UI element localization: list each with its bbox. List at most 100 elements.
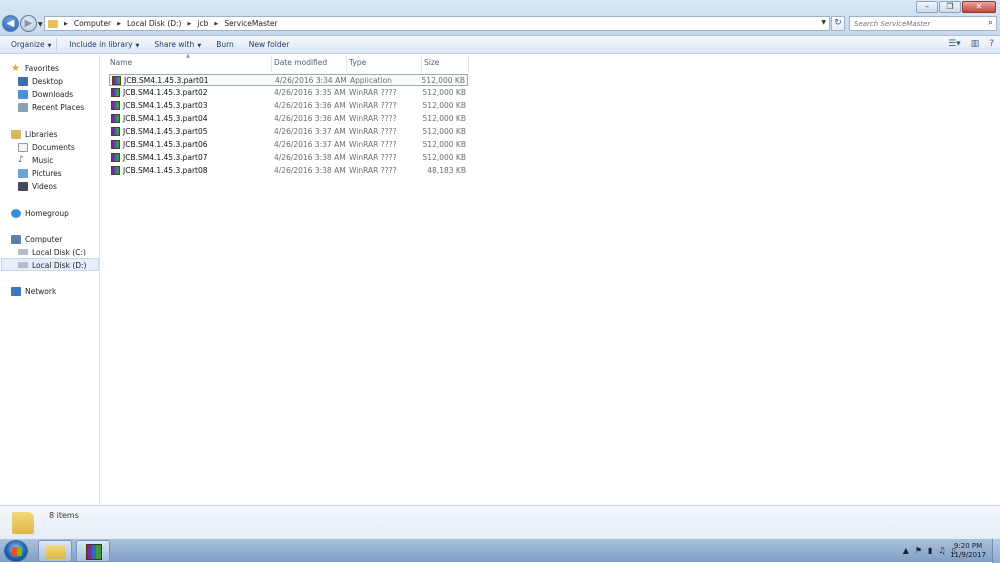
taskbar-winrar-button[interactable] — [76, 540, 110, 562]
folder-icon — [46, 545, 66, 559]
nav-recent-places[interactable]: Recent Places — [18, 101, 84, 113]
organize-label: Organize — [11, 40, 45, 49]
arrow-left-icon: ◀ — [6, 18, 15, 29]
taskbar: ▲ ⚑ ▮ ♫ ▯ 9:20 PM 11/9/2017 — [0, 538, 1000, 563]
organize-button[interactable]: Organize ▼ — [11, 40, 51, 49]
file-row[interactable]: JCB.SM4.1.45.3.part04 4/26/2016 3:36 AM … — [109, 113, 468, 125]
nav-label: Recent Places — [32, 102, 85, 112]
chevron-down-icon[interactable]: ▼ — [821, 19, 826, 26]
file-row[interactable]: JCB.SM4.1.45.3.part08 4/26/2016 3:38 AM … — [109, 165, 468, 177]
column-header-size[interactable]: Size — [424, 58, 439, 67]
column-headers: Name ▲ Date modified Type Size — [101, 53, 1000, 72]
maximize-button[interactable]: ❐ — [939, 1, 961, 13]
nav-computer[interactable]: Computer — [11, 233, 62, 245]
start-button[interactable] — [4, 540, 28, 562]
include-in-library-button[interactable]: Include in library ▼ — [69, 40, 139, 49]
file-row[interactable]: JCB.SM4.1.45.3.part06 4/26/2016 3:37 AM … — [109, 139, 468, 151]
file-row[interactable]: JCB.SM4.1.45.3.part05 4/26/2016 3:37 AM … — [109, 126, 468, 138]
folder-icon — [12, 512, 34, 534]
file-row[interactable]: JCB.SM4.1.45.3.part01 4/26/2016 3:34 AM … — [109, 74, 468, 86]
nav-favorites[interactable]: ★ Favorites — [11, 62, 59, 74]
file-row[interactable]: JCB.SM4.1.45.3.part07 4/26/2016 3:38 AM … — [109, 152, 468, 164]
file-name: JCB.SM4.1.45.3.part05 — [123, 127, 208, 136]
chevron-down-icon: ▼ — [197, 43, 202, 49]
share-with-button[interactable]: Share with ▼ — [154, 40, 201, 49]
file-size: 512,000 KB — [422, 88, 466, 97]
breadcrumb-arrow-icon[interactable]: ▶ — [188, 21, 192, 27]
file-date: 4/26/2016 3:37 AM — [274, 140, 346, 149]
windows-logo-icon — [12, 547, 22, 556]
column-header-type[interactable]: Type — [349, 58, 366, 67]
file-size: 512,000 KB — [422, 101, 466, 110]
winrar-archive-icon — [111, 88, 120, 97]
command-bar: Organize ▼ Include in library ▼ Share with… — [0, 36, 1000, 54]
file-name: JCB.SM4.1.45.3.part06 — [123, 140, 208, 149]
help-icon[interactable]: ? — [989, 39, 994, 49]
file-row[interactable]: JCB.SM4.1.45.3.part03 4/26/2016 3:36 AM … — [109, 100, 468, 112]
drive-icon — [18, 249, 28, 255]
column-header-name[interactable]: Name — [110, 58, 132, 67]
nav-label: Videos — [32, 181, 57, 191]
close-button[interactable]: ✕ — [962, 1, 996, 13]
clock[interactable]: 9:20 PM 11/9/2017 — [950, 542, 986, 560]
file-name: JCB.SM4.1.45.3.part04 — [123, 114, 208, 123]
breadcrumb-arrow-icon[interactable]: ▶ — [64, 21, 68, 27]
libraries-icon — [11, 129, 21, 139]
computer-icon — [11, 234, 21, 244]
forward-button[interactable]: ▶ — [20, 15, 37, 32]
nav-label: Music — [32, 155, 54, 165]
column-divider[interactable] — [468, 56, 469, 72]
nav-libraries[interactable]: Libraries — [11, 128, 57, 140]
recent-pages-chevron-icon[interactable]: ▼ — [38, 21, 43, 28]
minimize-button[interactable]: – — [916, 1, 938, 13]
preview-pane-icon[interactable]: ▥ — [971, 39, 980, 49]
column-divider[interactable] — [271, 56, 272, 72]
nav-desktop[interactable]: Desktop — [18, 75, 63, 87]
column-divider[interactable] — [346, 56, 347, 72]
breadcrumb-arrow-icon[interactable]: ▶ — [117, 21, 121, 27]
breadcrumb-servicemaster[interactable]: ServiceMaster — [224, 19, 277, 28]
file-type: Application — [350, 76, 392, 85]
breadcrumb-computer[interactable]: Computer — [74, 19, 111, 28]
refresh-button[interactable]: ↻ — [831, 16, 845, 31]
downloads-icon — [18, 89, 28, 99]
nav-pictures[interactable]: Pictures — [18, 167, 62, 179]
details-pane: 8 items — [0, 505, 1000, 538]
file-date: 4/26/2016 3:38 AM — [274, 153, 346, 162]
file-date: 4/26/2016 3:36 AM — [274, 101, 346, 110]
breadcrumb-arrow-icon[interactable]: ▶ — [214, 21, 218, 27]
chevron-down-icon: ▼ — [135, 43, 140, 49]
breadcrumb-local-disk-d[interactable]: Local Disk (D:) — [127, 19, 181, 28]
column-header-date[interactable]: Date modified — [274, 58, 327, 67]
breadcrumb: Computer ▶ Local Disk (D:) ▶ jcb ▶ Servi… — [74, 19, 278, 28]
nav-homegroup[interactable]: Homegroup — [11, 207, 69, 219]
nav-network[interactable]: Network — [11, 285, 56, 297]
show-hidden-icons-icon[interactable]: ▲ — [903, 546, 909, 555]
refresh-icon: ↻ — [834, 18, 842, 28]
search-box[interactable]: ⌕ — [849, 16, 997, 31]
breadcrumb-jcb[interactable]: jcb — [197, 19, 208, 28]
action-center-flag-icon[interactable]: ⚑ — [915, 546, 922, 555]
search-icon[interactable]: ⌕ — [988, 18, 993, 28]
address-bar[interactable]: ▶ Computer ▶ Local Disk (D:) ▶ jcb ▶ Ser… — [44, 16, 830, 31]
file-type: WinRAR ???? — [349, 127, 397, 136]
nav-local-disk-d[interactable]: Local Disk (D:) — [18, 259, 86, 271]
column-divider[interactable] — [421, 56, 422, 72]
burn-button[interactable]: Burn — [216, 40, 234, 49]
nav-music[interactable]: ♪ Music — [18, 154, 53, 166]
nav-videos[interactable]: Videos — [18, 180, 57, 192]
nav-local-disk-c[interactable]: Local Disk (C:) — [18, 246, 86, 258]
nav-label: Local Disk (C:) — [32, 247, 86, 257]
nav-label: Documents — [32, 142, 75, 152]
show-desktop-button[interactable] — [992, 539, 1000, 563]
network-status-icon[interactable]: ▮ — [928, 546, 932, 555]
new-folder-button[interactable]: New folder — [249, 40, 290, 49]
volume-icon[interactable]: ♫ — [938, 546, 945, 555]
change-view-icon[interactable]: ☰▾ — [948, 39, 961, 49]
search-input[interactable] — [850, 17, 980, 30]
taskbar-explorer-button[interactable] — [38, 540, 72, 562]
nav-documents[interactable]: Documents — [18, 141, 75, 153]
nav-downloads[interactable]: Downloads — [18, 88, 73, 100]
file-row[interactable]: JCB.SM4.1.45.3.part02 4/26/2016 3:35 AM … — [109, 87, 468, 99]
back-button[interactable]: ◀ — [2, 15, 19, 32]
